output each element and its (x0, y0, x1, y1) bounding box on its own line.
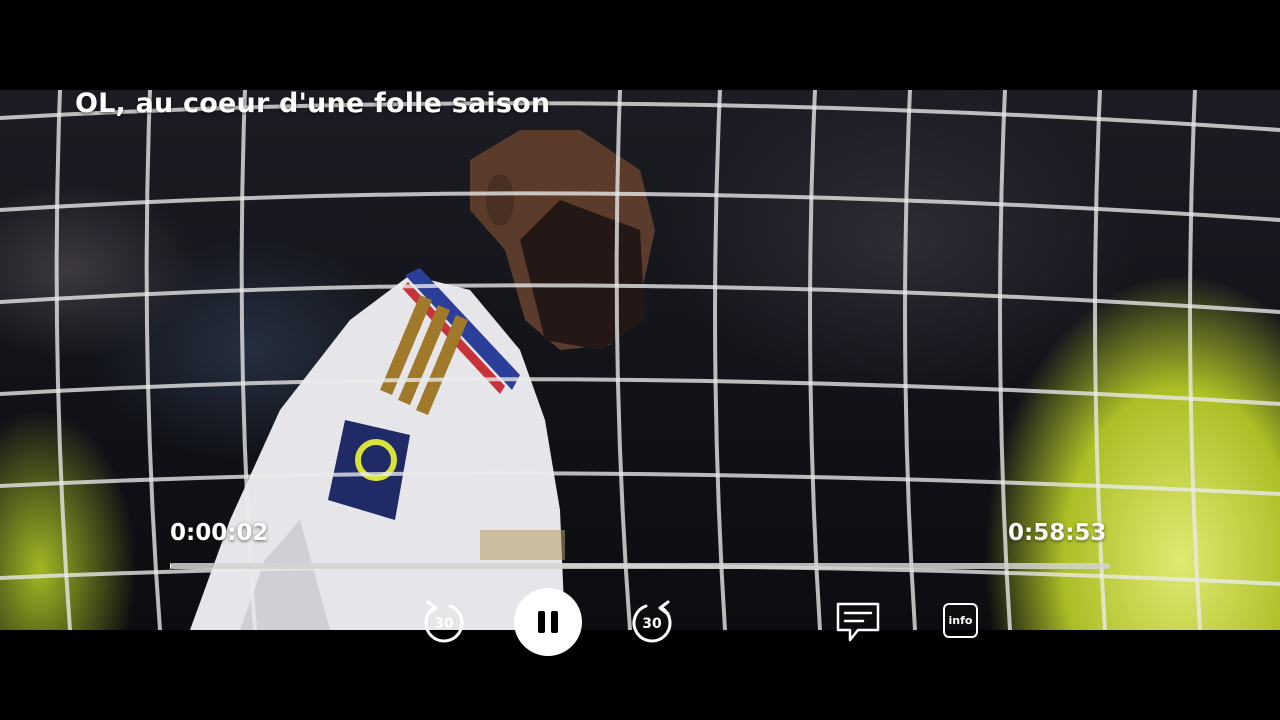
info-label: info (948, 614, 973, 627)
subtitles-icon (836, 602, 880, 642)
pause-button[interactable] (514, 588, 582, 656)
forward-seconds-label: 30 (642, 615, 662, 632)
subtitles-button[interactable] (834, 600, 882, 644)
rewind-30-button[interactable]: 30 (420, 598, 468, 646)
pause-icon (538, 611, 558, 633)
total-duration: 0:58:53 (1008, 520, 1107, 546)
info-button[interactable]: info (943, 603, 978, 638)
goal-net (0, 90, 1280, 630)
progress-fill (170, 563, 171, 569)
video-frame[interactable] (0, 90, 1280, 630)
elapsed-time: 0:00:02 (170, 520, 269, 546)
letterbox-top (0, 0, 1280, 90)
forward-30-button[interactable]: 30 (628, 598, 676, 646)
rewind-seconds-label: 30 (434, 615, 454, 632)
video-title: OL, au coeur d'une folle saison (75, 88, 551, 119)
progress-bar[interactable] (170, 563, 1110, 569)
